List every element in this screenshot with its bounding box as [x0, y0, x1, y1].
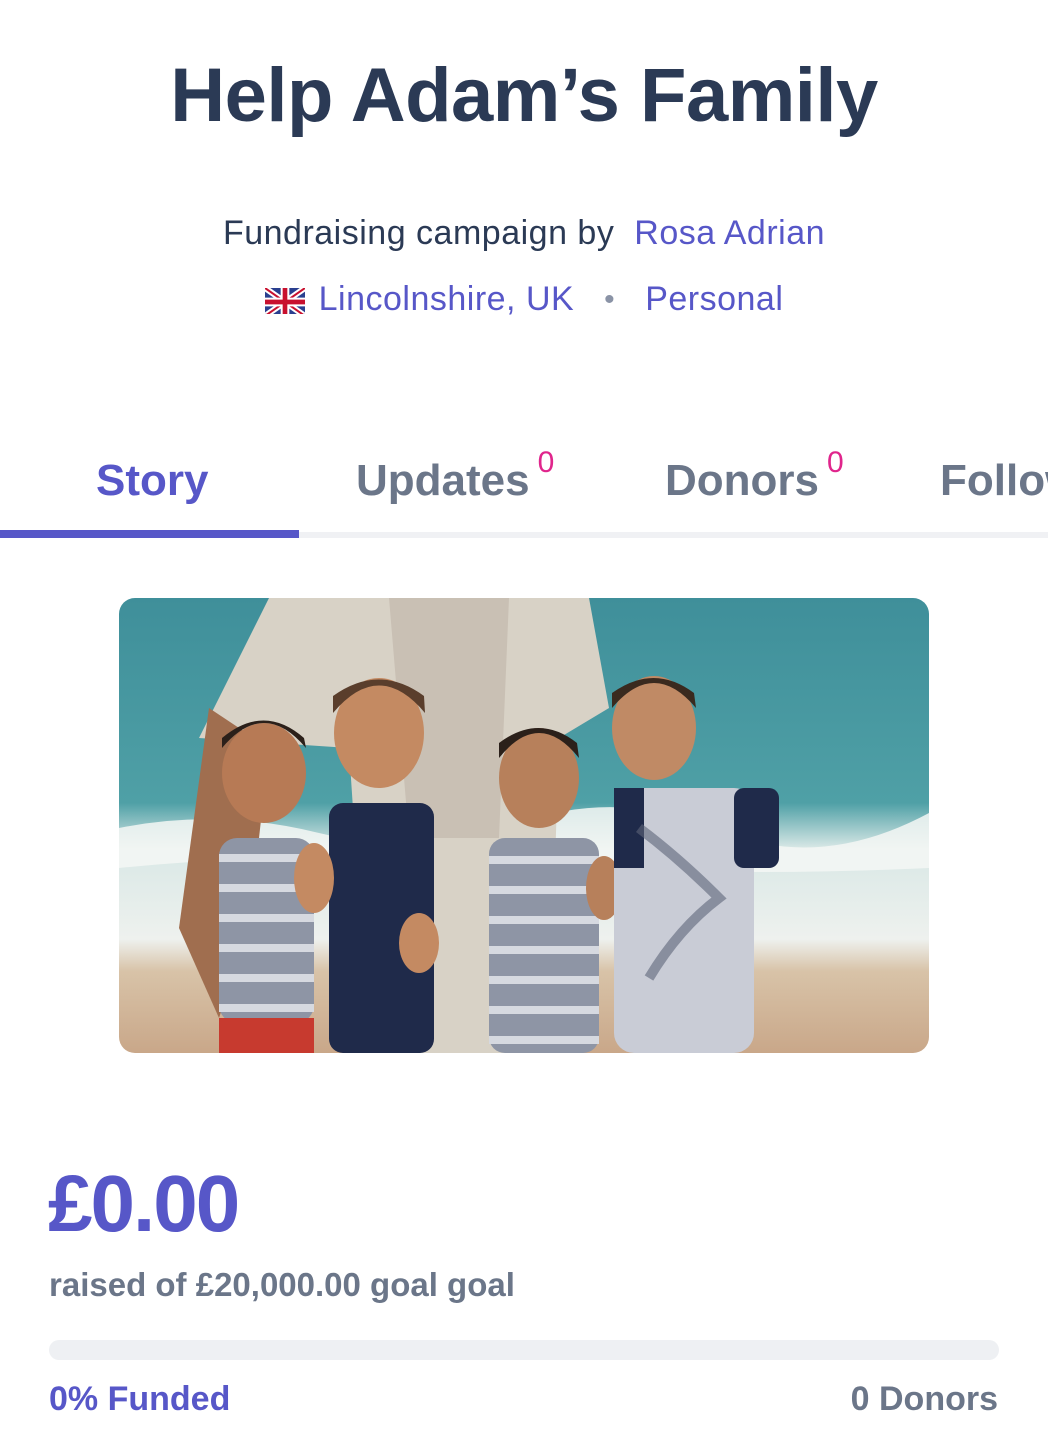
campaign-byline: Fundraising campaign by Rosa Adrian: [0, 214, 1048, 253]
campaign-title: Help Adam’s Family: [170, 53, 878, 138]
funding-progress-bar: [49, 1340, 999, 1360]
tab-updates[interactable]: Updates 0: [356, 446, 554, 506]
tab-donors[interactable]: Donors 0: [665, 446, 844, 506]
amount-raised: £0.00: [48, 1159, 240, 1248]
author-link[interactable]: Rosa Adrian: [634, 214, 825, 252]
tab-updates-count-badge: 0: [537, 446, 555, 479]
category-link[interactable]: Personal: [645, 280, 783, 319]
tab-story[interactable]: Story: [96, 456, 208, 506]
campaign-meta: Lincolnshire, UK • Personal: [0, 280, 1048, 319]
tab-donors-label: Donors: [665, 456, 819, 505]
donors-count: 0 Donors: [850, 1380, 998, 1418]
tab-follow-label: Follow: [940, 456, 1048, 505]
meta-separator: •: [604, 282, 616, 316]
tab-follow[interactable]: Follow: [940, 456, 1048, 506]
campaign-photo: [119, 598, 929, 1053]
funded-percentage: 0% Funded: [49, 1380, 231, 1418]
uk-flag-icon: [264, 285, 305, 314]
byline-prefix: Fundraising campaign by: [222, 214, 615, 252]
goal-text: raised of £20,000.00 goal goal: [49, 1266, 515, 1303]
active-tab-indicator: [0, 530, 299, 538]
tab-donors-count-badge: 0: [827, 446, 844, 479]
location-link[interactable]: Lincolnshire, UK: [319, 280, 575, 319]
tab-updates-label: Updates: [356, 456, 530, 505]
tab-story-label: Story: [96, 456, 209, 505]
